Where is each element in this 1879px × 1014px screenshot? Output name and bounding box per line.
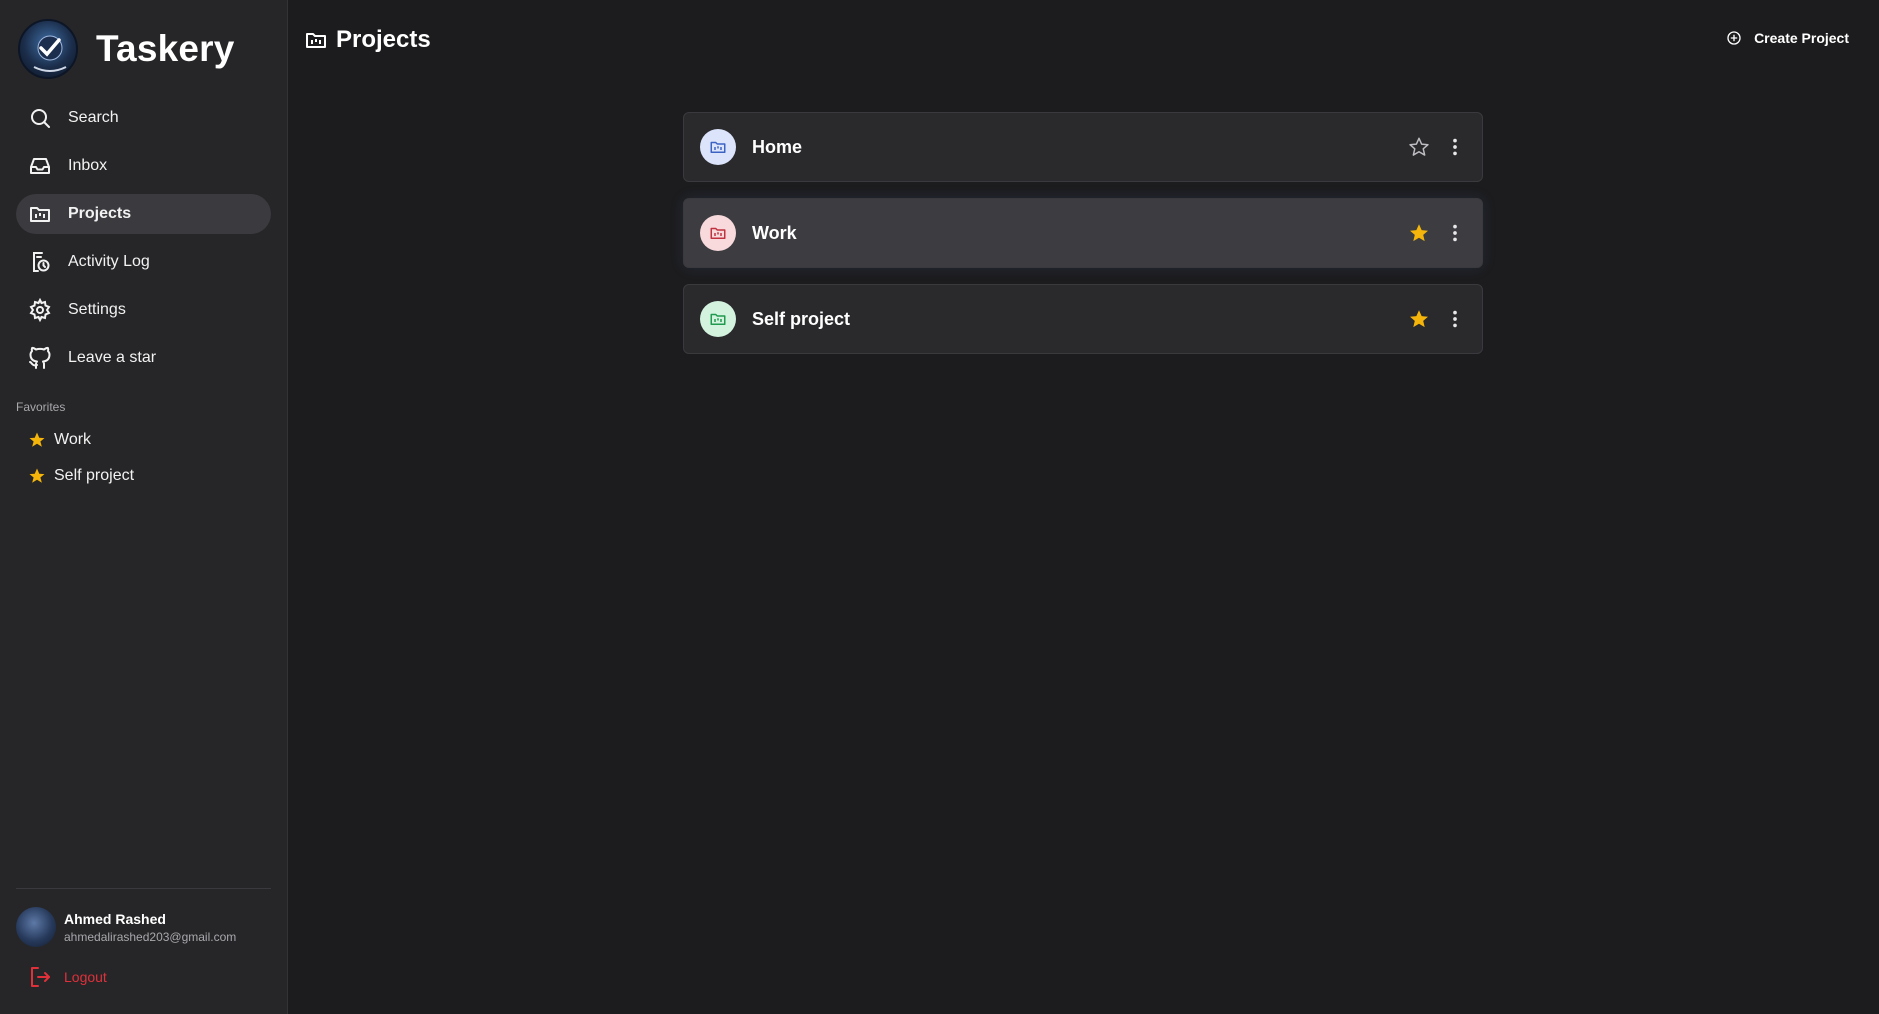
star-filled-icon[interactable] [1408,308,1430,330]
projects-icon [28,202,52,226]
star-icon [29,432,45,447]
plus-circle-icon [1727,31,1741,45]
logout-icon [31,967,50,987]
project-name: Self project [752,308,851,329]
nav-label-search: Search [68,109,119,126]
inbox-icon [28,154,52,178]
more-options-icon[interactable] [1444,222,1466,244]
favorite-item-work[interactable]: Work [16,422,271,458]
project-name: Work [752,222,797,243]
more-options-icon[interactable] [1444,136,1466,158]
nav-label-leave-a-star: Leave a star [68,349,157,366]
project-folder-icon [700,215,736,251]
project-name: Home [752,136,803,157]
favorites-heading: Favorites [16,400,66,414]
nav-label-inbox: Inbox [68,157,108,174]
taskery-logo[interactable] [18,19,78,79]
project-card-self-project[interactable]: Self project [683,284,1483,354]
app-root: Taskery Search Inbox Projects Activity L… [0,0,1879,1014]
nav-label-settings: Settings [68,301,126,318]
more-options-icon[interactable] [1444,308,1466,330]
brand-name: Taskery [96,28,235,69]
nav-item-activity-log[interactable]: Activity Log [16,242,271,282]
project-folder-icon [700,129,736,165]
project-list: Home Work Self project [683,112,1483,370]
nav-label-activity-log: Activity Log [68,253,150,270]
github-icon [28,346,52,370]
user-email: ahmedalirashed203@gmail.com [64,929,237,944]
sidebar-nav: Search Inbox Projects Activity Log Setti… [16,98,271,378]
gear-icon [28,298,52,322]
page-title: Projects [336,26,431,53]
user-profile[interactable]: Ahmed Rashed ahmedalirashed203@gmail.com [16,907,271,947]
user-name: Ahmed Rashed [64,910,166,927]
nav-item-inbox[interactable]: Inbox [16,146,271,186]
project-card-work[interactable]: Work [683,198,1483,268]
activity-log-icon [28,250,52,274]
search-icon [28,106,52,130]
project-card-home[interactable]: Home [683,112,1483,182]
nav-label-projects: Projects [68,205,132,222]
create-project-button[interactable]: Create Project [1726,30,1849,46]
favorite-item-self-project[interactable]: Self project [16,458,271,494]
star-filled-icon[interactable] [1408,222,1430,244]
project-folder-icon [700,301,736,337]
projects-icon [306,33,326,48]
avatar [16,907,56,947]
nav-item-settings[interactable]: Settings [16,290,271,330]
favorite-label: Work [54,431,92,448]
brand: Taskery [16,0,271,98]
nav-item-projects[interactable]: Projects [16,194,271,234]
nav-item-search[interactable]: Search [16,98,271,138]
sidebar: Taskery Search Inbox Projects Activity L… [0,0,288,1014]
logout-button[interactable]: Logout [16,965,271,989]
star-icon [29,468,45,483]
main-content: Projects Create Project Home Work Self p… [288,0,1879,1014]
nav-item-leave-a-star[interactable]: Leave a star [16,338,271,378]
sidebar-footer: Ahmed Rashed ahmedalirashed203@gmail.com… [16,888,271,989]
create-project-label: Create Project [1754,30,1849,46]
favorite-label: Self project [54,467,135,484]
star-outline-icon[interactable] [1408,136,1430,158]
page-header: Projects [304,26,431,54]
logout-label: Logout [64,969,107,985]
